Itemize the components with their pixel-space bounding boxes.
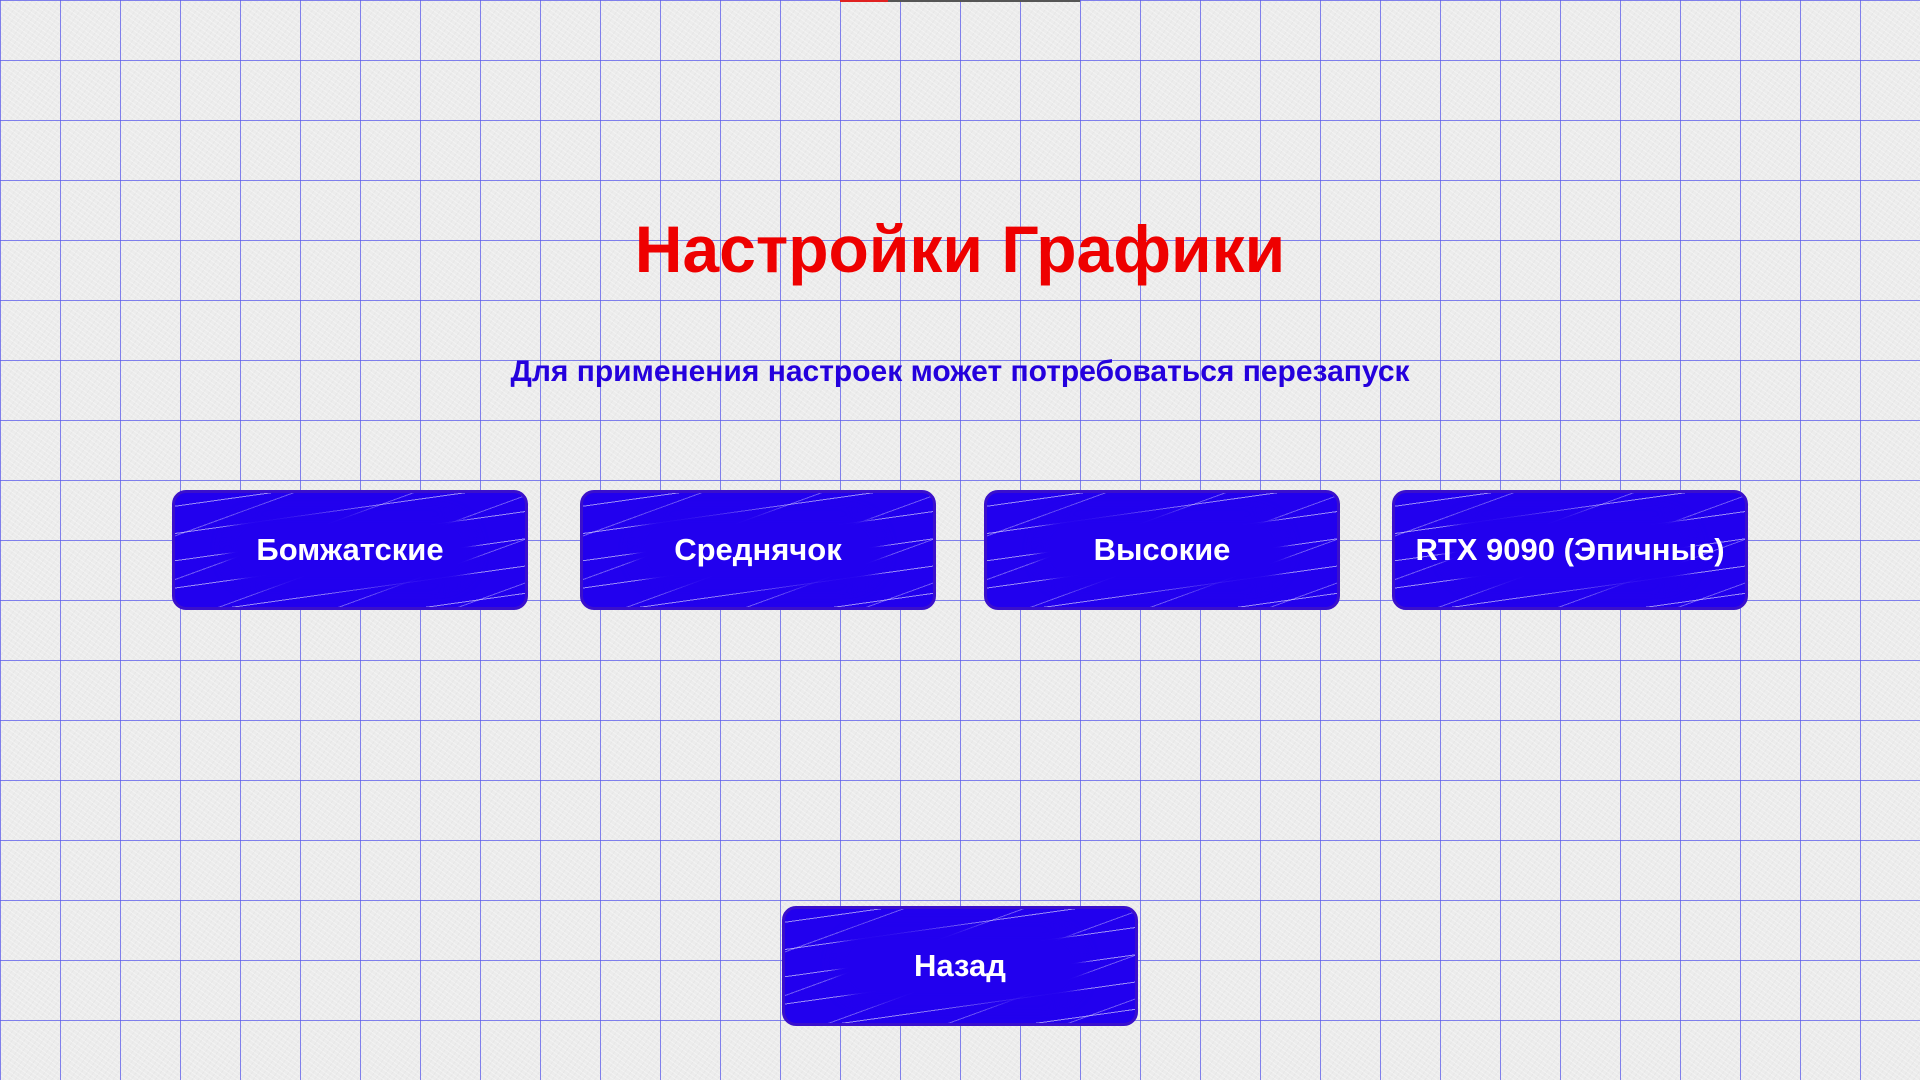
- quality-high-label: Высокие: [1093, 532, 1231, 567]
- quality-medium-button[interactable]: Среднячок: [580, 490, 936, 610]
- quality-high-button[interactable]: Высокие: [984, 490, 1340, 610]
- restart-notice: Для применения настроек может потребоват…: [510, 355, 1410, 388]
- back-button[interactable]: Назад: [782, 906, 1138, 1026]
- back-label: Назад: [914, 948, 1006, 983]
- quality-low-button[interactable]: Бомжатские: [172, 490, 528, 610]
- page-title: Настройки Графики: [634, 212, 1286, 286]
- quality-medium-label: Среднячок: [674, 532, 842, 567]
- quality-low-label: Бомжатские: [256, 532, 444, 567]
- top-edge-marker: [840, 0, 888, 2]
- quality-epic-button[interactable]: RTX 9090 (Эпичные): [1392, 490, 1748, 610]
- top-edge-marker-dark: [888, 0, 1080, 2]
- quality-epic-label: RTX 9090 (Эпичные): [1415, 532, 1725, 567]
